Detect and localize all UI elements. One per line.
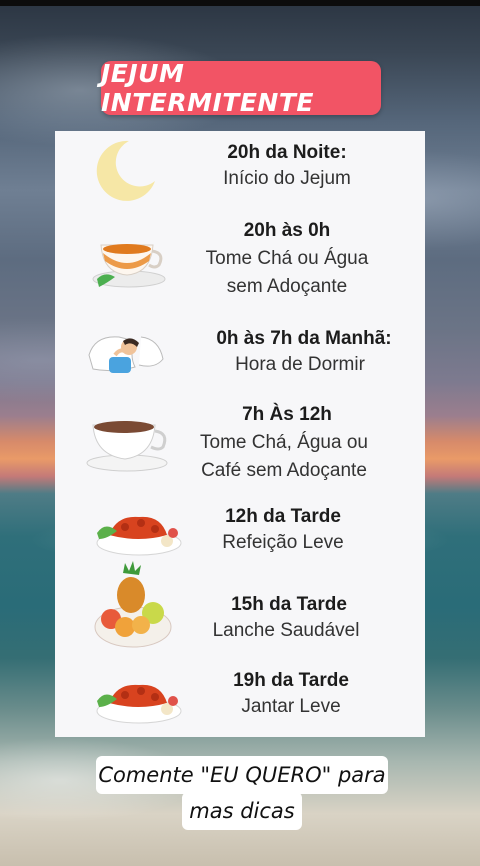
schedule-time: 20h da Noite: — [227, 142, 347, 163]
schedule-time: 12h da Tarde — [225, 506, 341, 527]
top-edge — [0, 0, 480, 6]
schedule-time: 7h Às 12h — [242, 404, 332, 425]
meal-plate-icon — [96, 516, 182, 556]
schedule-time: 15h da Tarde — [231, 594, 347, 615]
schedule-row: 12h da Tarde Refeição Leve — [55, 499, 425, 561]
schedule-desc: Tome Chá, Água ou — [200, 432, 368, 453]
schedule-desc: Tome Chá ou Água — [205, 248, 369, 269]
schedule-time: 19h da Tarde — [233, 670, 349, 691]
fruit-plate-icon — [94, 561, 172, 648]
footer-caption: Comente "EU QUERO" para mas dicas — [96, 752, 388, 836]
schedule-time: 0h às 7h da Manhã: — [216, 328, 392, 349]
schedule-desc: Início do Jejum — [223, 168, 351, 189]
page-title: JEJUM INTERMITENTE — [101, 59, 314, 117]
schedule-desc: Jantar Leve — [241, 696, 341, 717]
title-banner: JEJUM INTERMITENTE — [101, 59, 381, 117]
coffee-cup-icon — [86, 421, 168, 472]
schedule-desc: Café sem Adoçante — [201, 460, 367, 481]
footer-line-2: mas dicas — [182, 792, 302, 830]
dinner-plate-icon — [96, 684, 182, 724]
sleeping-person-icon — [88, 336, 164, 373]
schedule-card: 20h da Noite: Início do Jejum 20h às 0h … — [55, 131, 425, 737]
moon-icon — [96, 140, 155, 201]
schedule-row: 15h da Tarde Lanche Saudável — [55, 561, 425, 651]
schedule-desc: Refeição Leve — [222, 532, 344, 553]
schedule-time: 20h às 0h — [243, 220, 331, 241]
schedule-row: 19h da Tarde Jantar Leve — [55, 665, 425, 731]
schedule-row: 20h às 0h Tome Chá ou Água sem Adoçante — [55, 213, 425, 305]
schedule-row: 0h às 7h da Manhã: Hora de Dormir — [55, 317, 425, 383]
schedule-desc: Hora de Dormir — [235, 354, 365, 375]
schedule-row: 20h da Noite: Início do Jejum — [55, 131, 425, 209]
tea-cup-icon — [92, 244, 166, 288]
schedule-desc: sem Adoçante — [226, 276, 348, 297]
footer-line-1: Comente "EU QUERO" para — [96, 756, 388, 794]
schedule-desc: Lanche Saudável — [212, 620, 360, 641]
schedule-row: 7h Às 12h Tome Chá, Água ou Café sem Ado… — [55, 395, 425, 485]
